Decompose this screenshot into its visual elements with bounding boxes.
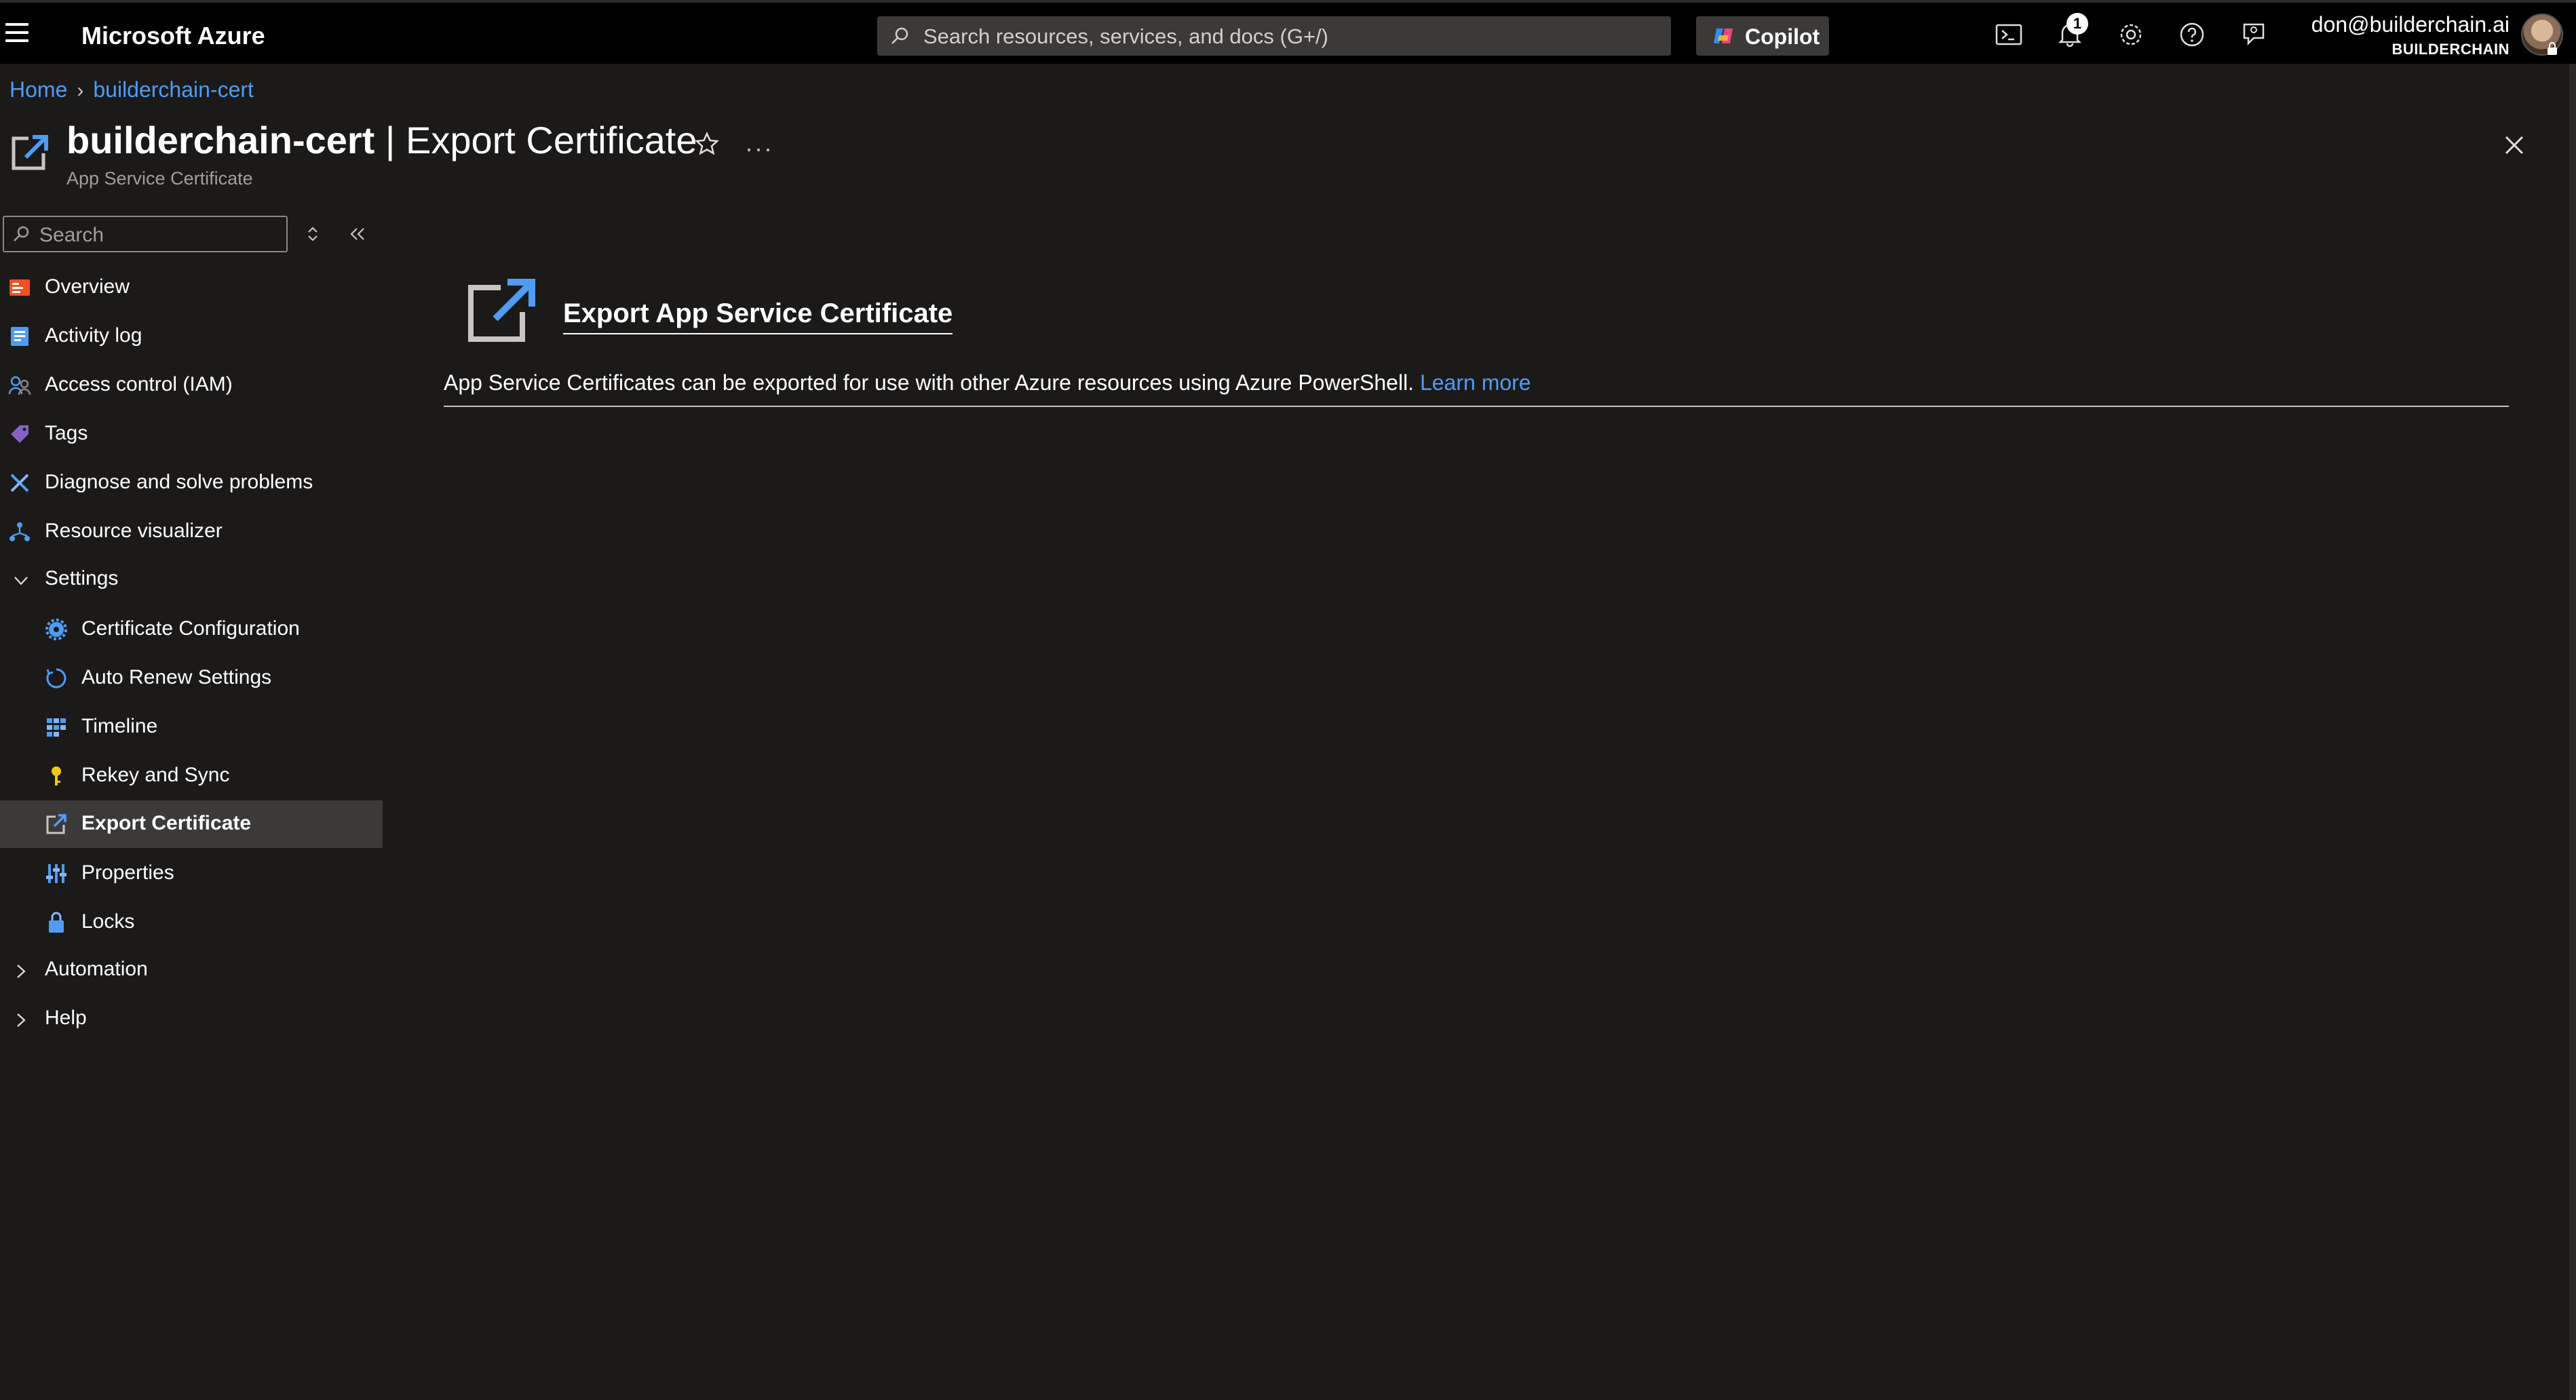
- sidebar-group-label: Help: [45, 1007, 87, 1029]
- sidebar-search-input[interactable]: Search: [3, 216, 288, 252]
- sidebar-item-overview[interactable]: Overview: [0, 264, 383, 311]
- lock-icon: [49, 912, 64, 933]
- sidebar-group-label: Settings: [45, 567, 119, 589]
- sidebar-item-auto-renew-settings[interactable]: Auto Renew Settings: [0, 655, 383, 702]
- sidebar-group-automation[interactable]: Automation: [0, 946, 383, 994]
- timeline-icon: [47, 718, 66, 737]
- renew-icon: [46, 668, 66, 688]
- sidebar-item-label: Export Certificate: [81, 812, 252, 834]
- lock-icon: [2548, 42, 2557, 55]
- sidebar-item-label: Access control (IAM): [45, 373, 233, 395]
- sidebar-item-label: Certificate Configuration: [81, 617, 300, 640]
- star-icon[interactable]: [693, 130, 720, 157]
- breadcrumb-home[interactable]: Home: [9, 77, 67, 102]
- scrollbar[interactable]: [2569, 64, 2576, 1400]
- diagnose-icon: [10, 473, 29, 492]
- export-certificate-icon: [468, 279, 535, 342]
- breadcrumb: Home › builderchain-cert: [9, 77, 254, 102]
- sidebar-item-timeline[interactable]: Timeline: [0, 703, 383, 751]
- feedback-icon[interactable]: [2237, 19, 2269, 50]
- content-description: App Service Certificates can be exported…: [444, 370, 1531, 395]
- user-email[interactable]: don@builderchain.ai: [2311, 12, 2510, 37]
- learn-more-link[interactable]: Learn more: [1420, 370, 1531, 395]
- title-separator: |: [374, 119, 406, 161]
- chevron-right-icon: [17, 1013, 26, 1027]
- copilot-button[interactable]: Copilot: [1696, 16, 1829, 56]
- sidebar-item-certificate-configuration[interactable]: Certificate Configuration: [0, 606, 383, 653]
- resource-name: builderchain-cert: [66, 119, 375, 161]
- overview-icon: [9, 279, 30, 296]
- close-icon[interactable]: [2499, 130, 2529, 160]
- sidebar-item-label: Rekey and Sync: [81, 764, 230, 786]
- sidebar-item-properties[interactable]: Properties: [0, 850, 383, 897]
- cloud-shell-icon[interactable]: [1993, 19, 2024, 50]
- sidebar-group-settings[interactable]: Settings: [0, 556, 383, 603]
- menu-icon[interactable]: [5, 23, 28, 43]
- sort-icon[interactable]: [305, 224, 320, 244]
- sidebar-item-activity-log[interactable]: Activity log: [0, 313, 383, 360]
- sidebar-item-resource-visualizer[interactable]: Resource visualizer: [0, 508, 383, 556]
- sidebar-item-label: Overview: [45, 275, 130, 298]
- tag-icon: [11, 425, 28, 443]
- resource-type: App Service Certificate: [66, 168, 253, 189]
- notifications-badge: 1: [2066, 13, 2088, 35]
- sidebar-group-label: Automation: [45, 958, 148, 980]
- sidebar-item-locks[interactable]: Locks: [0, 899, 383, 946]
- more-options-icon[interactable]: ···: [745, 134, 773, 163]
- sidebar-item-label: Timeline: [81, 715, 158, 737]
- copilot-label: Copilot: [1745, 24, 1820, 49]
- sidebar-item-label: Activity log: [45, 324, 142, 347]
- sidebar-item-label: Locks: [81, 910, 135, 933]
- sidebar-group-help[interactable]: Help: [0, 995, 383, 1043]
- sidebar-item-label: Tags: [45, 422, 88, 444]
- portal-brand[interactable]: Microsoft Azure: [81, 22, 265, 50]
- sidebar-item-export-certificate[interactable]: Export Certificate: [0, 800, 383, 848]
- chevron-down-icon: [14, 577, 28, 585]
- content-divider: [444, 406, 2509, 407]
- settings-icon[interactable]: [2115, 19, 2147, 50]
- sidebar-item-label: Properties: [81, 861, 174, 884]
- page-title: builderchain-cert | Export Certificate: [66, 118, 697, 162]
- global-search-placeholder: Search resources, services, and docs (G+…: [923, 24, 1328, 48]
- sidebar-item-label: Diagnose and solve problems: [45, 471, 313, 493]
- gear-icon: [45, 619, 67, 640]
- sidebar-item-diagnose[interactable]: Diagnose and solve problems: [0, 459, 383, 507]
- activity-log-icon: [11, 327, 28, 346]
- user-tenant[interactable]: BUILDERCHAIN: [2392, 41, 2510, 58]
- description-text: App Service Certificates can be exported…: [444, 370, 1415, 395]
- collapse-sidebar-icon[interactable]: [347, 224, 368, 244]
- export-icon: [12, 135, 48, 170]
- content-heading: Export App Service Certificate: [563, 298, 953, 334]
- sidebar-item-tags[interactable]: Tags: [0, 410, 383, 458]
- sidebar-item-label: Resource visualizer: [45, 520, 223, 542]
- help-icon[interactable]: [2176, 19, 2208, 50]
- search-icon: [891, 27, 908, 44]
- blade-title: Export Certificate: [406, 119, 697, 161]
- sidebar-item-access-control[interactable]: Access control (IAM): [0, 362, 383, 409]
- chevron-right-icon: ›: [77, 79, 84, 102]
- export-icon: [46, 814, 66, 834]
- sidebar-search-placeholder: Search: [39, 224, 104, 246]
- sidebar-item-label: Auto Renew Settings: [81, 666, 272, 688]
- properties-icon: [46, 864, 66, 883]
- search-icon: [14, 226, 29, 241]
- top-bar: Microsoft Azure Search resources, servic…: [0, 0, 2576, 64]
- breadcrumb-resource[interactable]: builderchain-cert: [93, 77, 254, 102]
- visualizer-icon: [9, 522, 30, 541]
- copilot-icon: [1714, 28, 1733, 43]
- chevron-right-icon: [17, 965, 26, 978]
- sidebar-item-rekey-and-sync[interactable]: Rekey and Sync: [0, 752, 383, 800]
- iam-icon: [8, 376, 31, 395]
- global-search-input[interactable]: Search resources, services, and docs (G+…: [877, 16, 1671, 56]
- key-icon: [52, 766, 61, 785]
